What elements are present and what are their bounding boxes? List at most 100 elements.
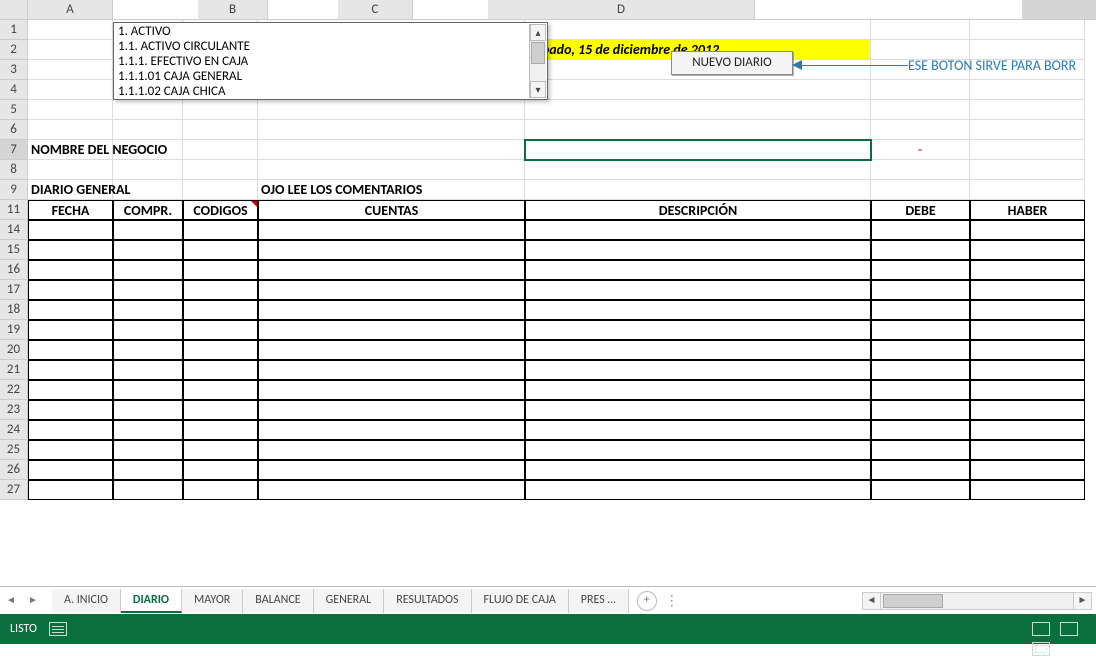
cell-D9-note[interactable]: OJO LEE LOS COMENTARIOS (258, 180, 525, 200)
cell-C7[interactable] (183, 140, 258, 160)
cell-C25[interactable] (183, 440, 258, 460)
cell-D14[interactable] (258, 220, 525, 240)
cell-D18[interactable] (258, 300, 525, 320)
cell-C16[interactable] (183, 260, 258, 280)
cell-A25[interactable] (28, 440, 113, 460)
cell-E16[interactable] (525, 260, 871, 280)
cell-D23[interactable] (258, 400, 525, 420)
row-header-2[interactable]: 2 (0, 40, 28, 60)
macro-record-icon[interactable] (49, 622, 67, 636)
cell-F21[interactable] (871, 360, 970, 380)
sheet-tab-mayor[interactable]: MAYOR (182, 589, 243, 613)
cell-B15[interactable] (113, 240, 183, 260)
cell-G15[interactable] (970, 240, 1085, 260)
cell-A5[interactable] (28, 100, 113, 120)
cell-G6[interactable] (970, 120, 1085, 140)
cell-A18[interactable] (28, 300, 113, 320)
row-header-22[interactable]: 22 (0, 380, 28, 400)
view-page-break-icon[interactable] (1060, 622, 1078, 636)
cell-A26[interactable] (28, 460, 113, 480)
cell-G24[interactable] (970, 420, 1085, 440)
cell-B22[interactable] (113, 380, 183, 400)
cell-A2[interactable] (28, 40, 113, 60)
cell-F25[interactable] (871, 440, 970, 460)
cell-D5[interactable] (258, 100, 525, 120)
cell-G20[interactable] (970, 340, 1085, 360)
cell-B7[interactable] (113, 140, 183, 160)
cell-D8[interactable] (258, 160, 525, 180)
cell-B6[interactable] (113, 120, 183, 140)
sheet-tab-pres-[interactable]: PRES … (569, 589, 629, 613)
list-item[interactable]: 1.1.1.02 CAJA CHICA (114, 84, 547, 99)
list-item[interactable]: 1.1.1.01 CAJA GENERAL (114, 69, 547, 84)
cell-C14[interactable] (183, 220, 258, 240)
list-item[interactable]: 1.1.1. EFECTIVO EN CAJA (114, 54, 547, 69)
cell-F17[interactable] (871, 280, 970, 300)
cell-E7-selected[interactable] (525, 140, 871, 160)
cell-F27[interactable] (871, 480, 970, 500)
view-page-layout-icon[interactable] (1032, 622, 1050, 636)
cell-D22[interactable] (258, 380, 525, 400)
cell-F24[interactable] (871, 420, 970, 440)
cell-D25[interactable] (258, 440, 525, 460)
row-header-8[interactable]: 8 (0, 160, 28, 180)
scroll-down-icon[interactable]: ▾ (530, 81, 546, 98)
cell-B20[interactable] (113, 340, 183, 360)
cell-A8[interactable] (28, 160, 113, 180)
cell-F16[interactable] (871, 260, 970, 280)
cell-E21[interactable] (525, 360, 871, 380)
cell-G21[interactable] (970, 360, 1085, 380)
cell-C20[interactable] (183, 340, 258, 360)
cell-F18[interactable] (871, 300, 970, 320)
list-item[interactable]: 1. ACTIVO (114, 24, 547, 39)
cell-G1[interactable] (970, 20, 1085, 40)
new-sheet-button[interactable]: + (637, 591, 657, 611)
cell-A20[interactable] (28, 340, 113, 360)
cell-A22[interactable] (28, 380, 113, 400)
cell-E22[interactable] (525, 380, 871, 400)
th-cuentas[interactable]: CUENTAS (258, 200, 525, 220)
cell-F8[interactable] (871, 160, 970, 180)
row-header-6[interactable]: 6 (0, 120, 28, 140)
row-header-5[interactable]: 5 (0, 100, 28, 120)
cell-G23[interactable] (970, 400, 1085, 420)
cell-B23[interactable] (113, 400, 183, 420)
cell-A27[interactable] (28, 480, 113, 500)
cell-B5[interactable] (113, 100, 183, 120)
row-header-15[interactable]: 15 (0, 240, 28, 260)
row-header-1[interactable]: 1 (0, 20, 28, 40)
cell-A17[interactable] (28, 280, 113, 300)
row-header-16[interactable]: 16 (0, 260, 28, 280)
cell-A23[interactable] (28, 400, 113, 420)
cell-B26[interactable] (113, 460, 183, 480)
cell-C5[interactable] (183, 100, 258, 120)
col-header-B[interactable]: B (198, 0, 268, 19)
th-debe[interactable]: DEBE (871, 200, 970, 220)
row-header-27[interactable]: 27 (0, 480, 28, 500)
col-header-E[interactable]: E (1022, 0, 1096, 19)
cell-A7-business-name-label[interactable]: NOMBRE DEL NEGOCIO (28, 140, 113, 160)
row-header-21[interactable]: 21 (0, 360, 28, 380)
list-item[interactable]: 1.1. ACTIVO CIRCULANTE (114, 39, 547, 54)
cell-C23[interactable] (183, 400, 258, 420)
list-scrollbar[interactable]: ▴ ▾ (529, 24, 546, 98)
cell-A24[interactable] (28, 420, 113, 440)
sheet-tab-diario[interactable]: DIARIO (121, 589, 182, 613)
row-header-9[interactable]: 9 (0, 180, 28, 200)
cell-B19[interactable] (113, 320, 183, 340)
cell-C24[interactable] (183, 420, 258, 440)
hscroll-thumb[interactable] (883, 594, 943, 608)
cell-F15[interactable] (871, 240, 970, 260)
cell-D26[interactable] (258, 460, 525, 480)
cell-A16[interactable] (28, 260, 113, 280)
cell-G7[interactable] (970, 140, 1085, 160)
cell-E1[interactable] (525, 20, 871, 40)
sheet-tab-a-inicio[interactable]: A. INICIO (52, 589, 121, 613)
cell-D21[interactable] (258, 360, 525, 380)
cell-C26[interactable] (183, 460, 258, 480)
col-header-A[interactable]: A (28, 0, 113, 19)
cell-A3[interactable] (28, 60, 113, 80)
tab-nav-next[interactable]: ► (24, 592, 42, 610)
cell-E6[interactable] (525, 120, 871, 140)
cell-F26[interactable] (871, 460, 970, 480)
